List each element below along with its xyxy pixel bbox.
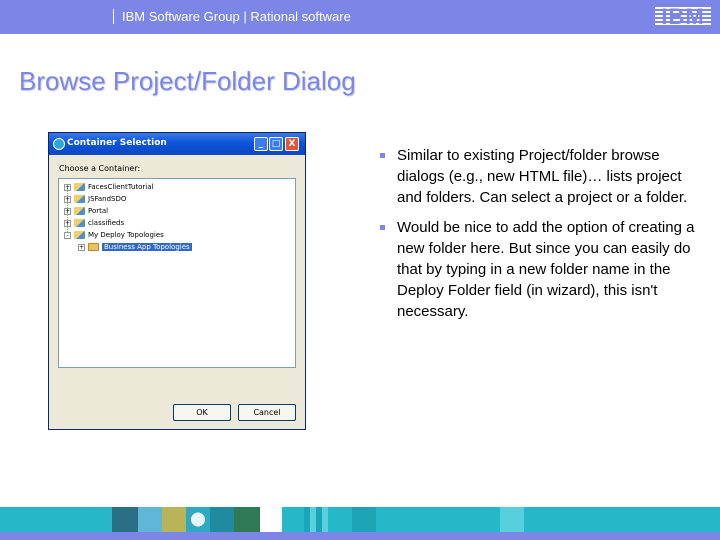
folder-icon: [88, 243, 99, 251]
footer-image-tile: [210, 507, 234, 532]
expand-toggle-icon[interactable]: +: [64, 219, 71, 227]
bullet-text: Similar to existing Project/folder brows…: [397, 147, 688, 206]
tree-item-business-app-topologies[interactable]: + Business App Topologies: [78, 242, 192, 253]
tree-item-label: My Deploy Topologies: [88, 231, 164, 239]
bullet-marker-icon: [380, 225, 385, 230]
tree-item-portal[interactable]: + Portal: [64, 206, 108, 217]
expand-toggle-icon[interactable]: +: [64, 183, 71, 191]
footer-image-tile: [260, 507, 282, 532]
tree-item-label: classifieds: [88, 219, 125, 227]
footer-image-tile: [138, 507, 162, 532]
tree-item-label: Portal: [88, 207, 109, 215]
tree-item-facesclienttutorial[interactable]: + FacesClientTutorial: [64, 182, 153, 193]
footer-image-tile: [112, 507, 138, 532]
tree-item-label: Business App Topologies: [102, 243, 192, 251]
dialog-title: Container Selection: [67, 138, 167, 148]
tree-item-label: JSFandSDO: [88, 195, 127, 203]
cancel-button[interactable]: Cancel: [238, 404, 296, 421]
tree-item-jsfandsdo[interactable]: + JSFandSDO: [64, 194, 126, 205]
expand-toggle-icon[interactable]: +: [78, 243, 85, 251]
expand-toggle-icon[interactable]: +: [64, 195, 71, 203]
minimize-button[interactable]: _: [254, 137, 268, 151]
container-selection-dialog: Container Selection _ □ X Choose a Conta…: [48, 132, 306, 430]
project-icon: [74, 231, 85, 239]
footer-image-tile: [186, 507, 210, 532]
bullet-text: Would be nice to add the option of creat…: [397, 219, 695, 320]
footer-image-tile: [500, 507, 524, 532]
choose-container-label: Choose a Container:: [59, 164, 141, 173]
ok-button[interactable]: OK: [173, 404, 231, 421]
bullet-item: Similar to existing Project/folder brows…: [380, 145, 700, 208]
footer-image-tile: [162, 507, 186, 532]
dialog-title-bar[interactable]: Container Selection _ □ X: [49, 133, 305, 155]
header-group-text: IBM Software Group | Rational software: [113, 9, 351, 24]
expand-toggle-icon[interactable]: +: [64, 207, 71, 215]
ibm-logo: IBM: [655, 4, 711, 29]
slide-title: Browse Project/Folder Dialog: [19, 66, 356, 96]
footer-base-bar: [0, 532, 720, 540]
maximize-button[interactable]: □: [269, 137, 283, 151]
footer-image-tile: [304, 507, 328, 532]
bullet-item: Would be nice to add the option of creat…: [380, 217, 700, 322]
project-icon: [74, 207, 85, 215]
tree-item-my-deploy-topologies[interactable]: - My Deploy Topologies: [64, 230, 164, 241]
footer-image-tile: [352, 507, 376, 532]
close-button[interactable]: X: [285, 137, 299, 151]
project-icon: [74, 195, 85, 203]
ibm-logo-text: IBM: [661, 4, 705, 29]
header-bar: IBM Software Group | Rational software I…: [0, 0, 720, 34]
app-icon: [53, 138, 65, 150]
bullet-list: Similar to existing Project/folder brows…: [380, 145, 700, 331]
project-icon: [74, 183, 85, 191]
bullet-marker-icon: [380, 153, 385, 158]
container-tree[interactable]: + FacesClientTutorial + JSFandSDO + Portal …: [58, 178, 296, 368]
tree-item-label: FacesClientTutorial: [88, 183, 154, 191]
footer-image-tile: [234, 507, 260, 532]
project-icon: [74, 219, 85, 227]
collapse-toggle-icon[interactable]: -: [64, 231, 71, 239]
tree-item-classifieds[interactable]: + classifieds: [64, 218, 124, 229]
